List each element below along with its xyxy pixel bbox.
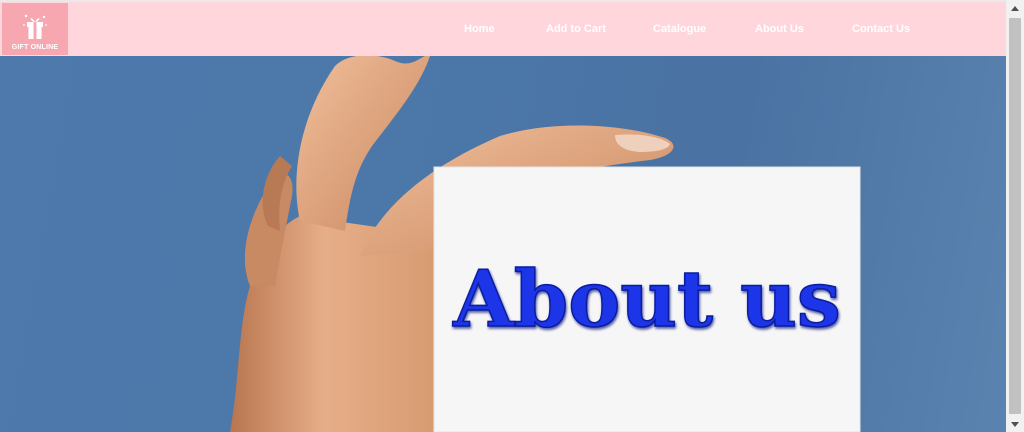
scroll-down-arrow-icon[interactable]: [1006, 416, 1024, 432]
nav-catalogue[interactable]: Catalogue: [653, 23, 706, 35]
nav-contact-us[interactable]: Contact Us: [852, 23, 910, 35]
hero-banner: About us: [0, 56, 1006, 432]
logo-text: GIFT ONLINE: [11, 44, 59, 51]
top-navbar: GIFT ONLINE Home Add to Cart Catalogue A…: [0, 2, 1006, 56]
nav-home[interactable]: Home: [464, 23, 495, 35]
hero-illustration: About us: [230, 56, 861, 432]
nav-add-to-cart[interactable]: Add to Cart: [546, 23, 606, 35]
vertical-scrollbar[interactable]: [1006, 0, 1024, 432]
scroll-up-arrow-icon[interactable]: [1006, 0, 1024, 16]
gift-icon: [23, 14, 47, 39]
site-logo[interactable]: GIFT ONLINE: [2, 3, 68, 55]
about-card-text: About us: [452, 254, 841, 345]
scrollbar-thumb[interactable]: [1009, 18, 1021, 414]
nav-about-us[interactable]: About Us: [755, 23, 804, 35]
